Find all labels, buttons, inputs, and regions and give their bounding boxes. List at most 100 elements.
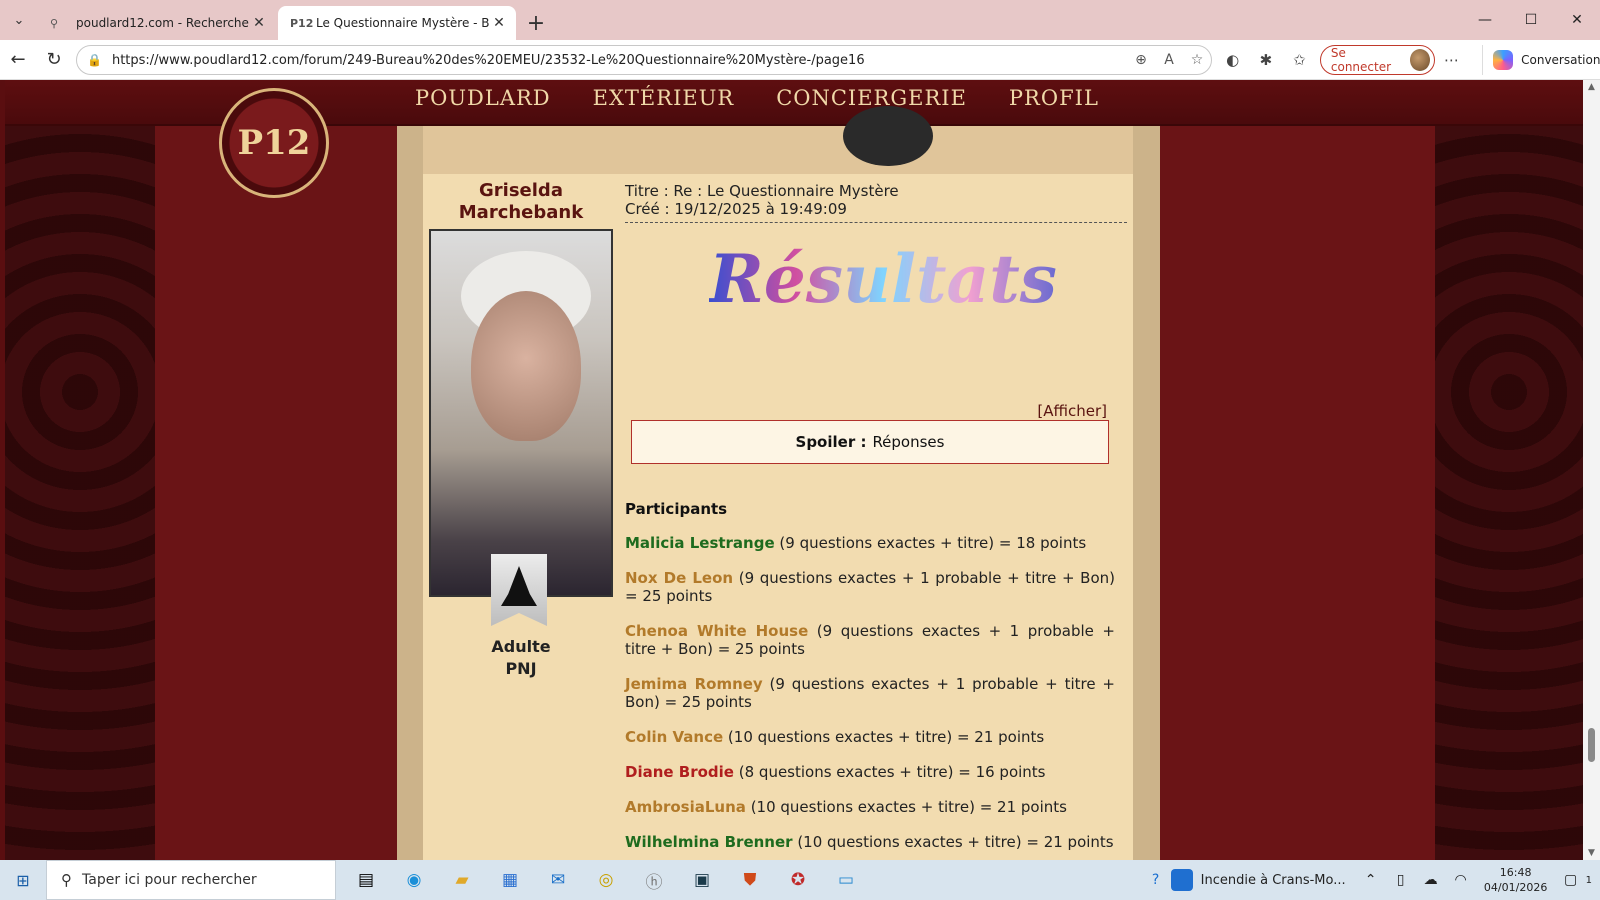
refresh-icon[interactable]: ↻ — [36, 44, 72, 76]
nav-conciergerie[interactable]: CONCIERGERIE — [776, 86, 967, 110]
list-item: Jemima Romney (9 questions exactes + 1 p… — [625, 675, 1115, 711]
login-button[interactable]: Se connecter — [1319, 45, 1435, 75]
close-window-icon[interactable]: ✕ — [1554, 0, 1600, 40]
lock-icon[interactable]: 🔒 — [87, 53, 102, 67]
decorative-pattern-right — [1435, 80, 1583, 860]
post-date: Créé : 19/12/2025 à 19:49:09 — [625, 200, 847, 218]
clock[interactable]: 16:48 04/01/2026 — [1476, 865, 1556, 895]
outlook-icon[interactable]: ✉ — [534, 860, 582, 900]
app-icon[interactable]: ◎ — [582, 860, 630, 900]
favorites-icon[interactable]: ✩ — [1283, 51, 1316, 69]
edge-icon[interactable]: ◉ — [390, 860, 438, 900]
role-age: Adulte — [491, 637, 551, 656]
post-container: Griselda Marchebank Adulte PNJ Titre : R… — [397, 106, 1160, 860]
tab-title: Le Questionnaire Mystère - Bureau — [316, 16, 490, 30]
browser-essentials-icon[interactable]: ◐ — [1216, 51, 1249, 69]
page-scrollbar[interactable]: ▲ ▼ — [1583, 80, 1600, 860]
participant-name[interactable]: Wilhelmina Brenner — [625, 833, 793, 851]
participant-score: (8 questions exactes + titre) = 16 point… — [733, 763, 1046, 781]
browser-toolbar: ◐ ✱ ✩ Se connecter ⋯ Conversation — [1216, 40, 1600, 80]
author-name[interactable]: Griselda Marchebank — [423, 180, 619, 224]
nav-profil[interactable]: PROFIL — [1009, 86, 1099, 110]
task-view-icon[interactable]: ▤ — [342, 860, 390, 900]
tab-search[interactable]: ⚲ poudlard12.com - Recherche ✕ — [38, 6, 276, 40]
decorative-pattern-left — [5, 80, 155, 860]
notification-count: 1 — [1585, 874, 1592, 886]
hp-icon[interactable]: ⓗ — [630, 860, 678, 900]
help-icon[interactable]: ? — [1141, 872, 1171, 888]
new-tab-button[interactable]: + — [518, 6, 554, 40]
onedrive-icon[interactable]: ☁ — [1416, 872, 1446, 888]
list-item: AmbrosiaLuna (10 questions exactes + tit… — [625, 798, 1115, 816]
logo-text: P12 — [237, 123, 311, 163]
list-item: Chenoa White House (9 questions exactes … — [625, 622, 1115, 658]
conversation-label: Conversation — [1521, 53, 1600, 67]
web-page: POUDLARD EXTÉRIEUR CONCIERGERIE PROFIL P… — [5, 80, 1583, 860]
post-header-strip — [423, 106, 1133, 174]
spoiler-box[interactable]: Spoiler : Réponses — [631, 420, 1109, 464]
clock-time: 16:48 — [1499, 866, 1532, 879]
close-icon[interactable]: ✕ — [490, 15, 508, 31]
participant-name[interactable]: Nox De Leon — [625, 569, 733, 587]
news-icon — [1170, 869, 1193, 891]
remote-desktop-icon[interactable]: ▭ — [822, 860, 870, 900]
scroll-up-icon[interactable]: ▲ — [1583, 82, 1600, 92]
divider — [625, 222, 1127, 223]
scroll-down-icon[interactable]: ▼ — [1583, 848, 1600, 858]
url-field[interactable]: 🔒 https://www.poudlard12.com/forum/249-B… — [76, 45, 1212, 75]
list-item: Nox De Leon (9 questions exactes + 1 pro… — [625, 569, 1115, 605]
minimize-icon[interactable]: — — [1462, 0, 1508, 40]
system-tray: ? Incendie à Crans-Mo... ⌃ ▯ ☁ ◠ 16:48 0… — [1141, 860, 1600, 900]
windows-start-icon[interactable]: ⊞ — [0, 860, 46, 900]
participant-name[interactable]: Malicia Lestrange — [625, 534, 775, 552]
nav-exterieur[interactable]: EXTÉRIEUR — [593, 86, 735, 110]
participant-name[interactable]: Chenoa White House — [625, 622, 808, 640]
more-options-icon[interactable]: ⋯ — [1435, 51, 1468, 69]
list-item: Colin Vance (10 questions exactes + titr… — [625, 728, 1115, 746]
participant-name[interactable]: AmbrosiaLuna — [625, 798, 746, 816]
read-aloud-icon[interactable]: A — [1155, 52, 1183, 68]
notifications-icon[interactable]: ▢ — [1556, 872, 1586, 888]
chevron-up-icon[interactable]: ⌃ — [1356, 872, 1386, 888]
search-icon: ⚲ — [61, 871, 72, 889]
participant-name[interactable]: Colin Vance — [625, 728, 723, 746]
news-text: Incendie à Crans-Mo... — [1200, 872, 1346, 888]
file-explorer-icon[interactable]: ▰ — [438, 860, 486, 900]
author-avatar — [429, 229, 613, 597]
participant-name[interactable]: Diane Brodie — [625, 763, 734, 781]
device-icon[interactable]: ▯ — [1386, 872, 1416, 888]
taskbar-search[interactable]: ⚲ Taper ici pour rechercher — [46, 860, 336, 900]
site-logo[interactable]: P12 — [219, 88, 329, 198]
app-red-icon[interactable]: ✪ — [774, 860, 822, 900]
news-widget[interactable]: Incendie à Crans-Mo... — [1170, 869, 1346, 891]
participants-list: Malicia Lestrange (9 questions exactes +… — [625, 534, 1115, 860]
wax-seal-icon — [843, 106, 933, 166]
tab-title: poudlard12.com - Recherche — [76, 16, 249, 30]
back-icon[interactable]: ← — [0, 44, 36, 76]
close-icon[interactable]: ✕ — [250, 15, 268, 31]
list-item: Malicia Lestrange (9 questions exactes +… — [625, 534, 1115, 552]
extensions-icon[interactable]: ✱ — [1249, 51, 1282, 69]
participant-score: (10 questions exactes + titre) = 21 poin… — [723, 728, 1045, 746]
participant-name[interactable]: Jemima Romney — [625, 675, 763, 693]
spoiler-label: Spoiler : — [795, 433, 867, 451]
store-icon[interactable]: ▦ — [486, 860, 534, 900]
tab-actions-menu-icon[interactable]: ⌄ — [0, 0, 38, 40]
favorite-star-icon[interactable]: ☆ — [1183, 52, 1211, 68]
scroll-thumb[interactable] — [1588, 728, 1595, 762]
zoom-icon[interactable]: ⊕ — [1127, 52, 1155, 68]
participant-score: (10 questions exactes + titre) = 21 poin… — [792, 833, 1114, 851]
avatar-face — [471, 291, 581, 441]
post-title: Titre : Re : Le Questionnaire Mystère — [625, 182, 899, 200]
security-app-icon[interactable]: ⛊ — [726, 860, 774, 900]
list-item: Diane Brodie (8 questions exactes + titr… — [625, 763, 1115, 781]
tab-questionnaire[interactable]: P12 Le Questionnaire Mystère - Bureau ✕ — [278, 6, 516, 40]
wifi-icon[interactable]: ◠ — [1446, 872, 1476, 888]
conversation-button[interactable]: Conversation — [1482, 45, 1600, 75]
nav-poudlard[interactable]: POUDLARD — [415, 86, 551, 110]
author-role: Adulte PNJ — [423, 636, 619, 680]
taskbar-apps: ▤ ◉ ▰ ▦ ✉ ◎ ⓗ ▣ ⛊ ✪ ▭ — [342, 860, 870, 900]
show-spoiler-link[interactable]: [Afficher] — [1037, 402, 1107, 420]
media-app-icon[interactable]: ▣ — [678, 860, 726, 900]
maximize-icon[interactable]: ☐ — [1508, 0, 1554, 40]
